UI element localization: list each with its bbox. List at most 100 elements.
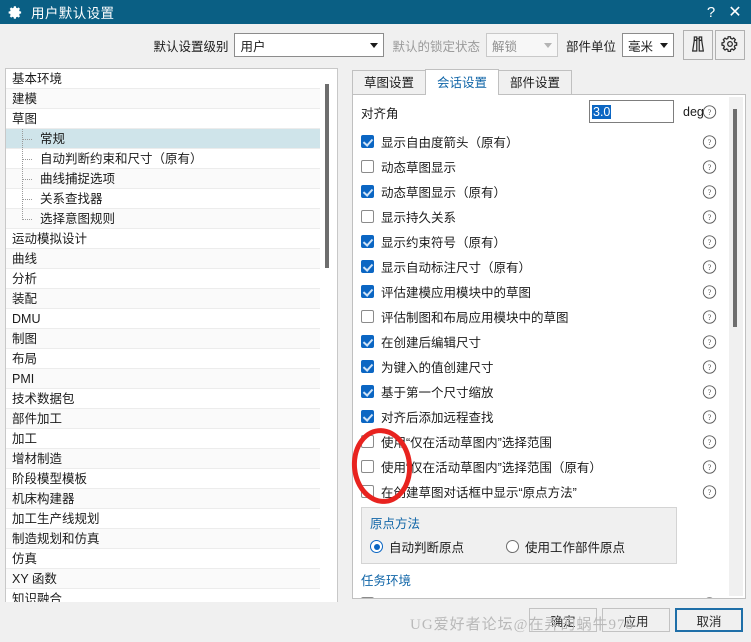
- help-icon[interactable]: ?: [702, 459, 717, 474]
- checkbox[interactable]: [361, 597, 374, 598]
- tree-item[interactable]: 阶段模型模板: [6, 469, 320, 489]
- help-icon[interactable]: ?: [702, 209, 717, 224]
- tree-item[interactable]: DMU: [6, 309, 320, 329]
- tree-item-label: 建模: [12, 92, 38, 106]
- part-unit-select[interactable]: 毫米: [622, 33, 674, 57]
- checkbox-row[interactable]: 显示自由度箭头（原有）?: [353, 129, 727, 154]
- tree-item[interactable]: 基本环境: [6, 69, 320, 89]
- tree-item[interactable]: 关系查找器: [6, 189, 320, 209]
- tree-item[interactable]: 选择意图规则: [6, 209, 320, 229]
- tree-item[interactable]: 技术数据包: [6, 389, 320, 409]
- tree-item[interactable]: 自动判断约束和尺寸（原有）: [6, 149, 320, 169]
- help-icon[interactable]: ?: [702, 484, 717, 499]
- tree-item[interactable]: PMI: [6, 369, 320, 389]
- tree-item[interactable]: 分析: [6, 269, 320, 289]
- tree-item[interactable]: 机床构建器: [6, 489, 320, 509]
- default-level-select[interactable]: 用户: [234, 33, 385, 57]
- checkbox-row[interactable]: 对齐后添加远程查找?: [353, 404, 727, 429]
- tree-item-label: 布局: [12, 352, 38, 366]
- checkbox-row[interactable]: 在创建后编辑尺寸?: [353, 329, 727, 354]
- tree-scrollbar-thumb[interactable]: [325, 84, 329, 268]
- checkbox-row[interactable]: 基于第一个尺寸缩放?: [353, 379, 727, 404]
- checkbox-row[interactable]: 动态草图显示（原有）?: [353, 179, 727, 204]
- help-icon[interactable]: ?: [702, 409, 717, 424]
- tree-item[interactable]: 曲线: [6, 249, 320, 269]
- checkbox-row[interactable]: 为键入的值创建尺寸?: [353, 354, 727, 379]
- checkbox-label: 基于第一个尺寸缩放: [381, 386, 494, 400]
- help-button[interactable]: ?: [699, 0, 723, 24]
- help-icon[interactable]: ?: [702, 434, 717, 449]
- tree-item[interactable]: 制图: [6, 329, 320, 349]
- align-angle-label: 对齐角: [361, 106, 399, 121]
- dialog-button-0[interactable]: 确定: [529, 608, 597, 632]
- tab-2[interactable]: 部件设置: [498, 70, 573, 95]
- checkbox-checked[interactable]: [361, 185, 374, 198]
- checkbox-row[interactable]: 使用“仅在活动草图内”选择范围（原有）?: [353, 454, 727, 479]
- tree-item[interactable]: 草图: [6, 109, 320, 129]
- align-angle-input[interactable]: 3.0: [589, 100, 674, 123]
- radio-selected[interactable]: [370, 540, 383, 553]
- help-icon[interactable]: ?: [702, 159, 717, 174]
- tab-0[interactable]: 草图设置: [352, 70, 427, 95]
- help-icon[interactable]: ?: [702, 334, 717, 349]
- checkbox-checked[interactable]: [361, 385, 374, 398]
- checkbox-unchecked[interactable]: [361, 435, 374, 448]
- checkbox-unchecked[interactable]: [361, 210, 374, 223]
- help-icon[interactable]: ?: [702, 234, 717, 249]
- window-title: 用户默认设置: [31, 6, 115, 21]
- find-button[interactable]: [683, 30, 713, 60]
- radio-unselected[interactable]: [506, 540, 520, 553]
- help-icon[interactable]: ?: [702, 384, 717, 399]
- dialog-button-2[interactable]: 取消: [675, 608, 743, 632]
- panel-scrollbar[interactable]: [729, 97, 743, 596]
- tree-item[interactable]: 布局: [6, 349, 320, 369]
- checkbox-checked[interactable]: [361, 235, 374, 248]
- tree-item[interactable]: XY 函数: [6, 569, 320, 589]
- checkbox-row[interactable]: 使用“仅在活动草图内”选择范围?: [353, 429, 727, 454]
- checkbox-row[interactable]: 在创建草图对话框中显示“原点方法”?: [353, 479, 727, 504]
- tree-item[interactable]: 加工生产线规划: [6, 509, 320, 529]
- tree-item[interactable]: 装配: [6, 289, 320, 309]
- tree-item[interactable]: 加工: [6, 429, 320, 449]
- help-icon[interactable]: ?: [702, 259, 717, 274]
- help-icon[interactable]: ?: [702, 596, 717, 598]
- settings-button[interactable]: [715, 30, 745, 60]
- task-env-row-partial[interactable]: 动态透明（原有） ?: [353, 591, 727, 598]
- tree-item[interactable]: 部件加工: [6, 409, 320, 429]
- checkbox-row[interactable]: 评估建模应用模块中的草图?: [353, 279, 727, 304]
- tree-scrollbar[interactable]: [321, 70, 335, 618]
- tree-item[interactable]: 制造规划和仿真: [6, 529, 320, 549]
- tree-item[interactable]: 运动模拟设计: [6, 229, 320, 249]
- help-icon[interactable]: ?: [702, 359, 717, 374]
- checkbox-row[interactable]: 动态草图显示?: [353, 154, 727, 179]
- help-icon[interactable]: ?: [702, 309, 717, 324]
- checkbox-unchecked[interactable]: [361, 160, 374, 173]
- checkbox-unchecked[interactable]: [361, 460, 374, 473]
- checkbox-row[interactable]: 显示自动标注尺寸（原有）?: [353, 254, 727, 279]
- close-icon[interactable]: ✕: [723, 0, 747, 24]
- checkbox-checked[interactable]: [361, 335, 374, 348]
- panel-scrollbar-thumb[interactable]: [733, 109, 737, 327]
- checkbox-checked[interactable]: [361, 260, 374, 273]
- category-tree[interactable]: 基本环境建模草图 常规 自动判断约束和尺寸（原有） 曲线捕捉选项 关系查找器 选择意图规则…: [5, 68, 338, 620]
- help-icon[interactable]: ?: [702, 105, 717, 120]
- tab-1[interactable]: 会话设置: [425, 69, 500, 95]
- checkbox-checked[interactable]: [361, 360, 374, 373]
- checkbox-unchecked[interactable]: [361, 485, 374, 498]
- checkbox-row[interactable]: 评估制图和布局应用模块中的草图?: [353, 304, 727, 329]
- tree-item[interactable]: 增材制造: [6, 449, 320, 469]
- checkbox-checked[interactable]: [361, 135, 374, 148]
- checkbox-unchecked[interactable]: [361, 310, 374, 323]
- help-icon[interactable]: ?: [702, 134, 717, 149]
- checkbox-checked[interactable]: [361, 285, 374, 298]
- dialog-button-1[interactable]: 应用: [602, 608, 670, 632]
- tree-item[interactable]: 建模: [6, 89, 320, 109]
- tree-item[interactable]: 曲线捕捉选项: [6, 169, 320, 189]
- help-icon[interactable]: ?: [702, 284, 717, 299]
- checkbox-row[interactable]: 显示持久关系?: [353, 204, 727, 229]
- checkbox-row[interactable]: 显示约束符号（原有）?: [353, 229, 727, 254]
- tree-item[interactable]: 仿真: [6, 549, 320, 569]
- help-icon[interactable]: ?: [702, 184, 717, 199]
- checkbox-checked[interactable]: [361, 410, 374, 423]
- tree-item[interactable]: 常规: [6, 129, 320, 149]
